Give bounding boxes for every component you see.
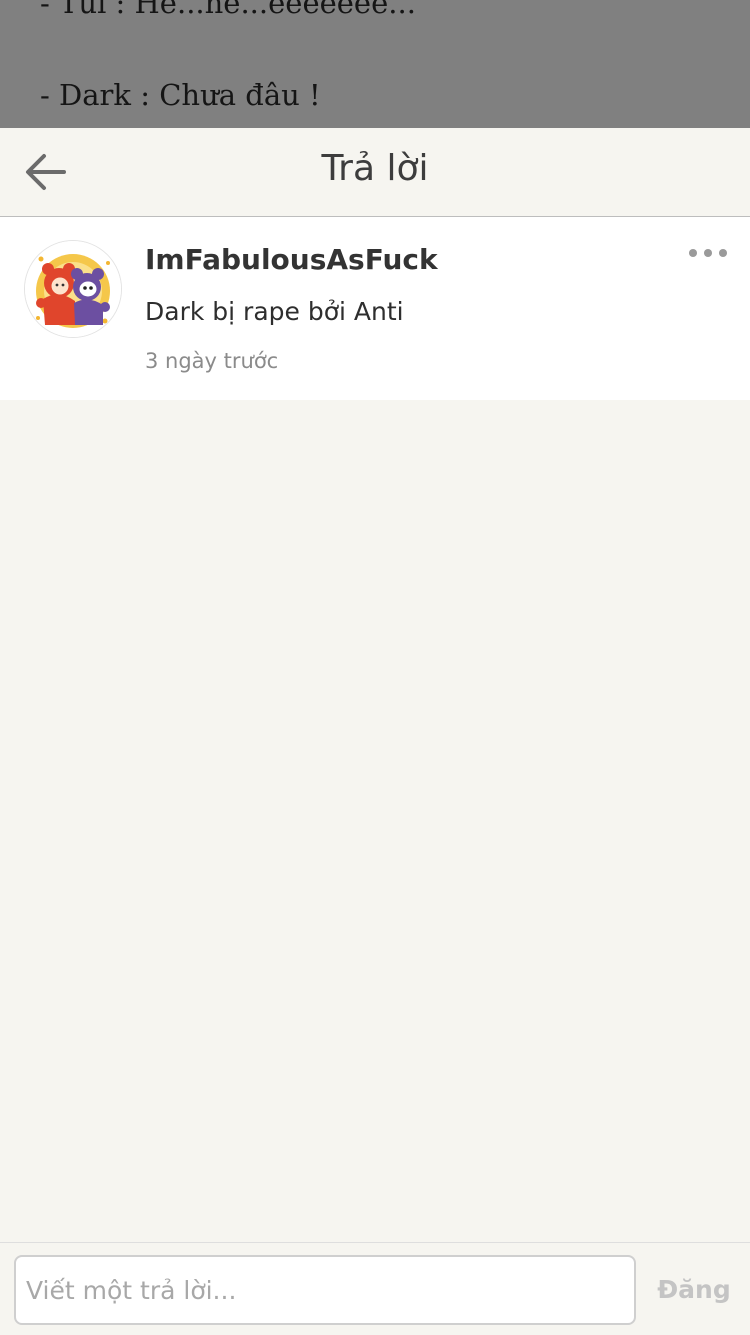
comment-card: ImFabulousAsFuck Dark bị rape bởi Anti 3… [0, 217, 750, 400]
more-options-button[interactable] [684, 239, 732, 269]
page-title: Trả lời [321, 148, 429, 189]
avatar[interactable] [24, 240, 122, 338]
reply-composer: Đăng [0, 1242, 750, 1335]
background-story-overlay: - Tui : He...he...eeeeeee... - Dark : Ch… [0, 0, 750, 128]
post-button[interactable]: Đăng [644, 1255, 744, 1325]
more-dots-icon [689, 249, 727, 257]
story-line: - Dark : Chưa đâu ! [40, 78, 321, 112]
user-avatar-illustration [25, 241, 121, 337]
story-line: - Tui : He...he...eeeeeee... [40, 0, 416, 20]
comment-author[interactable]: ImFabulousAsFuck [145, 243, 438, 276]
reply-header: Trả lời [0, 128, 750, 217]
comment-timestamp: 3 ngày trước [145, 349, 279, 373]
comment-body: Dark bị rape bởi Anti [145, 297, 404, 326]
reply-input[interactable] [14, 1255, 636, 1325]
